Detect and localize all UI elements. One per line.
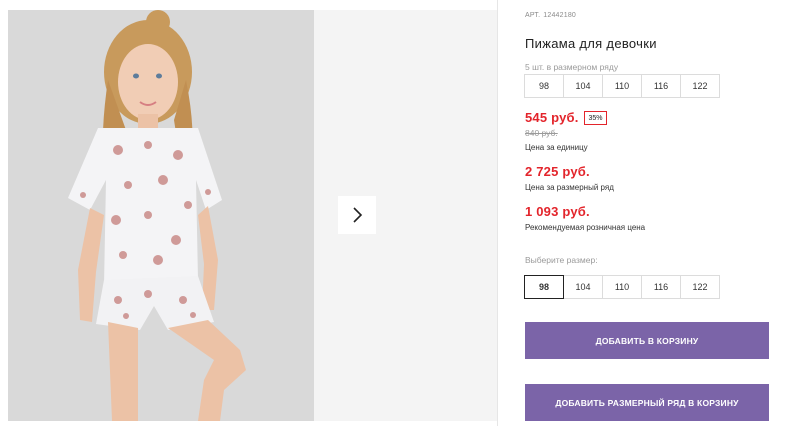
pack-size-item: 98 (524, 74, 564, 98)
unit-price: 545 руб. (525, 110, 579, 125)
size-option-104[interactable]: 104 (563, 275, 603, 299)
gallery-next-button[interactable] (338, 196, 376, 234)
size-option-116[interactable]: 116 (641, 275, 681, 299)
size-option-110[interactable]: 110 (602, 275, 642, 299)
rrp-price-caption: Рекомендуемая розничная цена (525, 223, 646, 232)
article-value: 12442180 (543, 12, 577, 19)
rrp-price: 1 093 руб. (525, 204, 590, 219)
article-label: АРТ. (525, 12, 541, 19)
article-number: АРТ. 12442180 (525, 12, 576, 19)
old-price: 840 руб. (525, 128, 558, 138)
product-photo-image (8, 10, 314, 421)
row-price-caption: Цена за размерный ряд (525, 183, 614, 192)
size-selector: 98 104 110 116 122 (524, 275, 720, 299)
pack-size-item: 116 (641, 74, 681, 98)
unit-price-caption: Цена за единицу (525, 143, 588, 152)
size-option-122[interactable]: 122 (680, 275, 720, 299)
pack-size-item: 122 (680, 74, 720, 98)
add-to-cart-button[interactable]: ДОБАВИТЬ В КОРЗИНУ (525, 322, 769, 359)
size-option-98[interactable]: 98 (524, 275, 564, 299)
panel-divider (497, 0, 498, 426)
chevron-right-icon (353, 207, 363, 223)
add-size-row-to-cart-button[interactable]: ДОБАВИТЬ РАЗМЕРНЫЙ РЯД В КОРЗИНУ (525, 384, 769, 421)
discount-badge: 35% (584, 111, 607, 125)
size-select-label: Выберите размер: (525, 255, 598, 265)
product-title: Пижама для девочки (525, 36, 657, 51)
pack-size-item: 104 (563, 74, 603, 98)
pack-caption: 5 шт. в размерном ряду (525, 62, 619, 72)
product-photo (8, 10, 314, 421)
pack-sizes-list: 98 104 110 116 122 (524, 74, 720, 98)
pack-size-item: 110 (602, 74, 642, 98)
row-price: 2 725 руб. (525, 164, 590, 179)
